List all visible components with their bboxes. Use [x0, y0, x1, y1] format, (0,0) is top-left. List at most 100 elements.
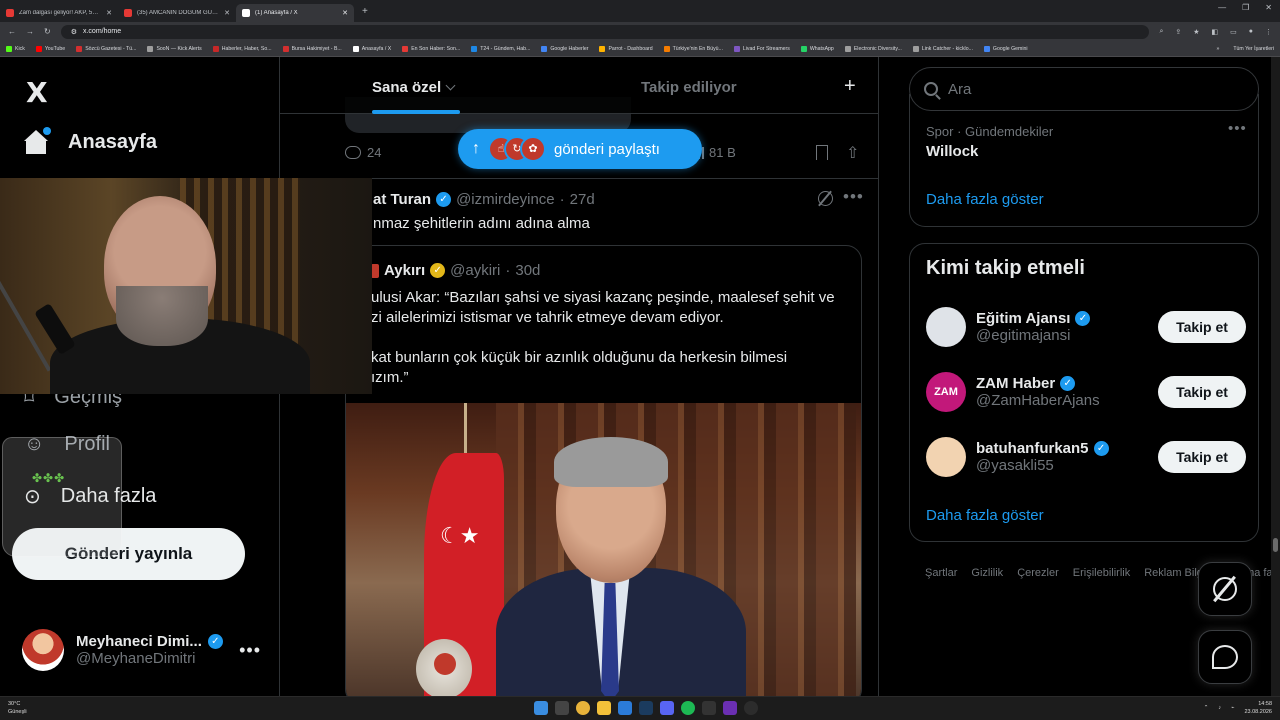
menu-icon[interactable]: ⋮ [1265, 28, 1272, 36]
scrollbar-thumb[interactable] [1273, 538, 1278, 552]
bookmark-item[interactable]: Anasayfa / X [352, 45, 391, 52]
minimize-icon[interactable]: — [1218, 3, 1226, 12]
post-time[interactable]: 27d [570, 191, 595, 208]
follow-suggestion[interactable]: ZAM ZAM Haber ✓ @ZamHaberAjans Takip et [926, 368, 1246, 416]
bookmark-item[interactable]: Livad For Streamers [733, 45, 790, 52]
footer-link[interactable]: Gizlilik [971, 567, 1003, 579]
search-box[interactable] [909, 67, 1259, 111]
messages-button[interactable] [1198, 630, 1252, 684]
post-handle[interactable]: @izmirdeyince [456, 191, 555, 208]
footer-link[interactable]: Çerezler [1017, 567, 1059, 579]
follow-suggestion[interactable]: Eğitim Ajansı ✓ @egitimajansi Takip et [926, 303, 1246, 351]
bookmark-favicon-icon [6, 45, 12, 52]
bookmark-item[interactable]: Türkiye'nin En Büyü... [663, 45, 723, 52]
split-view-icon[interactable]: ▭ [1230, 28, 1237, 36]
file-explorer-icon[interactable] [597, 701, 611, 715]
bookmark-item[interactable]: Haberler, Haber, So... [212, 45, 272, 52]
app-icon[interactable] [723, 701, 737, 715]
tray-chevron-icon[interactable]: ⌃ [1204, 705, 1209, 711]
bookmark-item[interactable]: T24 - Gündem, Hab... [471, 45, 530, 52]
follow-suggestion[interactable]: batuhanfurkan5 ✓ @yasakli55 Takip et [926, 433, 1246, 481]
site-info-icon[interactable]: ⚙ [71, 28, 77, 36]
search-input[interactable] [948, 80, 1228, 98]
quoted-post-image[interactable] [346, 403, 861, 696]
new-tab-button[interactable]: + [362, 6, 368, 17]
page-scrollbar[interactable] [1271, 57, 1280, 696]
discord-icon[interactable] [660, 701, 674, 715]
bookmark-item[interactable]: Google Gemini [983, 45, 1028, 52]
extensions-icon[interactable]: ◧ [1212, 28, 1219, 36]
bookmark-item[interactable]: SooN — Kick Alerts [147, 45, 202, 52]
bookmark-favicon-icon [800, 45, 807, 52]
zoom-icon[interactable]: ⌕ [1159, 28, 1163, 36]
bookmark-star-icon[interactable]: ★ [1193, 28, 1199, 36]
forward-icon[interactable]: → [26, 27, 34, 36]
clock[interactable]: 14:58 23.08.2026 [1244, 700, 1272, 716]
tab-following[interactable]: Takip ediliyor [641, 79, 737, 96]
x-logo[interactable]: X [26, 76, 48, 109]
quoted-post[interactable]: Aykırı ✓ @aykiri · 30d ulusi Akar: “Bazı… [345, 245, 862, 696]
tab-for-you[interactable]: Sana özel [372, 79, 456, 96]
volume-icon[interactable]: ♪ [1218, 705, 1221, 711]
post-header[interactable]: at Turan ✓ @izmirdeyince · 27d [373, 191, 595, 208]
grok-button[interactable] [1198, 562, 1252, 616]
more-options-icon[interactable]: ••• [1228, 120, 1247, 137]
bookmark-item[interactable]: Sözcü Gazetesi - Tü... [76, 45, 136, 52]
reload-icon[interactable]: ↻ [44, 27, 51, 36]
add-tab-icon[interactable]: + [844, 75, 856, 98]
grok-icon[interactable] [818, 191, 833, 206]
follow-button[interactable]: Takip et [1158, 441, 1246, 473]
show-more-link[interactable]: Daha fazla göster [926, 191, 1044, 208]
profile-icon[interactable]: ● [1249, 28, 1253, 36]
bookmark-item[interactable]: Kick [6, 45, 25, 52]
maximize-icon[interactable]: ❐ [1242, 3, 1249, 12]
bookmark-item[interactable]: Electronic Diversity... [844, 45, 902, 52]
follow-button[interactable]: Takip et [1158, 311, 1246, 343]
browser-tab-1[interactable]: Zam dalgası geliyor! AKP, 500 e... ✕ [0, 4, 118, 22]
weather-widget[interactable]: 30°C Güneşli [8, 700, 27, 716]
obs-icon[interactable] [744, 701, 758, 715]
spotify-icon[interactable] [681, 701, 695, 715]
more-options-icon[interactable]: ••• [843, 187, 864, 207]
network-icon[interactable]: ⌁ [1231, 705, 1234, 711]
account-switcher[interactable]: Meyhaneci Dimi... ✓ @MeyhaneDimitri ••• [12, 617, 269, 683]
close-tab-icon[interactable]: ✕ [106, 9, 112, 17]
browser-tab-2[interactable]: (35) AMCANIN DOĞUM GÜNÜ ✕ [118, 4, 236, 22]
share-page-icon[interactable]: ⇪ [1175, 28, 1181, 36]
epic-icon[interactable] [702, 701, 716, 715]
bookmark-item[interactable]: Google Haberler [541, 45, 588, 52]
bookmark-icon[interactable] [816, 145, 828, 160]
bookmark-item[interactable]: YouTube [35, 45, 65, 52]
bookmark-item[interactable]: Bursa Hakimiyet - B... [282, 45, 342, 52]
more-options-icon[interactable]: ••• [239, 640, 269, 661]
post-author[interactable]: at Turan [373, 191, 431, 208]
bookmark-item[interactable]: En Son Haber: Son... [402, 45, 460, 52]
new-posts-pill[interactable]: ↑ ☝ ↻ ✿ gönderi paylaştı [458, 129, 702, 169]
trend-name[interactable]: Willock [926, 143, 978, 160]
footer-link[interactable]: Şartlar [925, 567, 957, 579]
address-bar[interactable]: ⚙ x.com/home [60, 24, 1150, 39]
bookmarks-more-icon[interactable]: » [1216, 46, 1219, 52]
all-bookmarks-folder[interactable]: Tüm Yer İşaretleri [1233, 46, 1274, 52]
sidebar-item-home[interactable]: Anasayfa [24, 127, 157, 154]
search-icon[interactable] [555, 701, 569, 715]
bookmark-item[interactable]: Link Catcher - kicklo... [912, 45, 973, 52]
chrome-icon[interactable] [576, 701, 590, 715]
browser-tab-3[interactable]: (1) Anasayfa / X ✕ [236, 4, 354, 22]
glass-logo: ✤✤✤ [32, 471, 66, 485]
share-icon[interactable]: ⇧ [846, 143, 859, 163]
bookmark-item[interactable]: Parrot - Dashboard [599, 45, 653, 52]
start-icon[interactable] [534, 701, 548, 715]
close-window-icon[interactable]: ✕ [1265, 3, 1272, 12]
close-tab-icon[interactable]: ✕ [224, 9, 230, 17]
close-tab-icon[interactable]: ✕ [342, 9, 348, 17]
bookmark-item[interactable]: WhatsApp [800, 45, 834, 52]
steam-icon[interactable] [639, 701, 653, 715]
show-more-link[interactable]: Daha fazla göster [926, 507, 1044, 524]
suggestion-handle: @ZamHaberAjans [976, 392, 1100, 409]
footer-link[interactable]: Erişilebilirlik [1073, 567, 1130, 579]
reply-button[interactable]: 24 [345, 145, 381, 160]
follow-button[interactable]: Takip et [1158, 376, 1246, 408]
store-icon[interactable] [618, 701, 632, 715]
back-icon[interactable]: ← [8, 27, 16, 36]
